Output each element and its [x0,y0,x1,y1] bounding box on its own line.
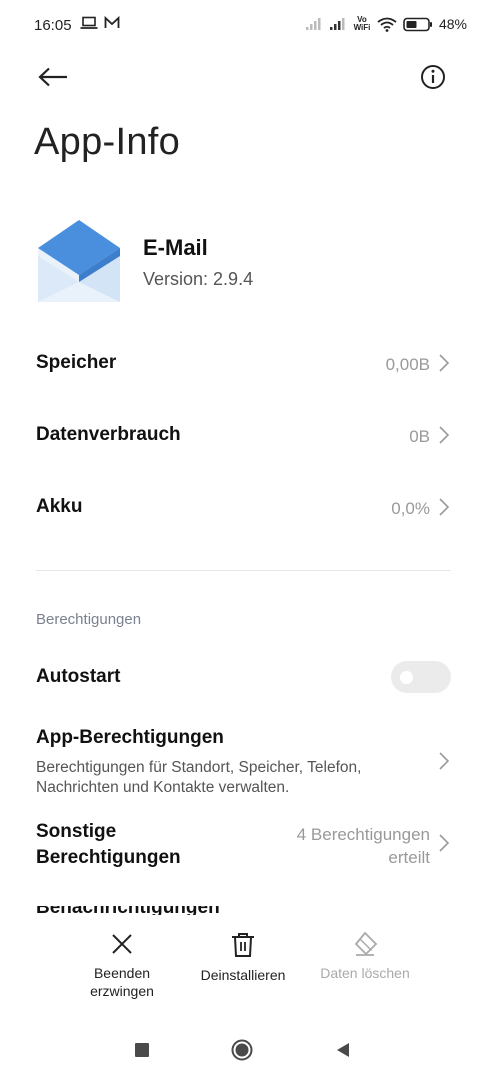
action-label: Beenden erzwingen [57,964,187,1000]
vowifi-icon: Vo WiFi [353,15,371,32]
recents-square-icon[interactable] [135,1043,149,1057]
battery-percent: 48% [438,16,467,32]
back-triangle-icon[interactable] [335,1042,351,1058]
autostart-toggle[interactable] [391,661,451,693]
arrow-left-icon [38,67,67,87]
row-label: Speicher [36,352,117,373]
action-label: Daten löschen [320,965,410,981]
row-value: 0,0% [391,499,430,518]
envelope-icon [38,220,120,302]
row-storage[interactable]: Speicher 0,00B [0,335,487,395]
row-label: Akku [36,496,83,517]
app-permissions-description: Berechtigungen für Standort, Speicher, T… [36,759,362,796]
row-battery[interactable]: Akku 0,0% [0,479,487,539]
row-label: Datenverbrauch [36,424,181,445]
chevron-right-icon [439,498,450,516]
clear-data-button[interactable]: Daten löschen [300,932,430,982]
status-icons: Vo WiFi 48% [305,16,467,32]
section-header-permissions: Berechtigungen [36,611,142,628]
battery-icon [403,17,432,31]
wifi-icon [377,17,397,32]
app-name: E-Mail [143,235,208,260]
trash-icon [232,933,254,957]
row-label: App-Berechtigungen [36,727,224,748]
label-line: Beenden [93,965,151,981]
action-label: Deinstallieren [200,967,286,983]
row-data-usage[interactable]: Datenverbrauch 0B [0,407,487,467]
chevron-right-icon [439,426,450,444]
row-value: 0,00B [385,355,430,374]
eraser-icon [354,932,378,956]
chevron-right-icon [439,834,450,852]
label-line: erzwingen [90,983,154,999]
divider [36,570,451,571]
info-icon[interactable] [419,63,447,91]
toggle-knob [400,671,413,684]
signal-icon [329,18,345,30]
value-line: erteilt [388,848,430,867]
status-time: 16:05 [34,17,72,34]
app-version: Version: 2.9.4 [143,269,254,289]
autostart-label: Autostart [36,666,121,687]
uninstall-button[interactable]: Deinstallieren [178,932,308,984]
chevron-right-icon [439,354,450,372]
back-button[interactable] [36,62,70,92]
row-value: 0B [409,427,430,446]
home-circle-icon[interactable] [231,1039,253,1061]
chevron-right-icon [439,752,450,770]
signal-icon [305,18,321,30]
gmail-icon [104,16,120,28]
value-line: 4 Berechtigungen [296,825,430,844]
force-stop-button[interactable]: Beenden erzwingen [57,932,187,1000]
laptop-icon [80,16,98,29]
page-title: App-Info [34,121,181,163]
other-permissions-value: 4 Berechtigungen erteilt [230,823,430,869]
close-icon [112,934,132,954]
